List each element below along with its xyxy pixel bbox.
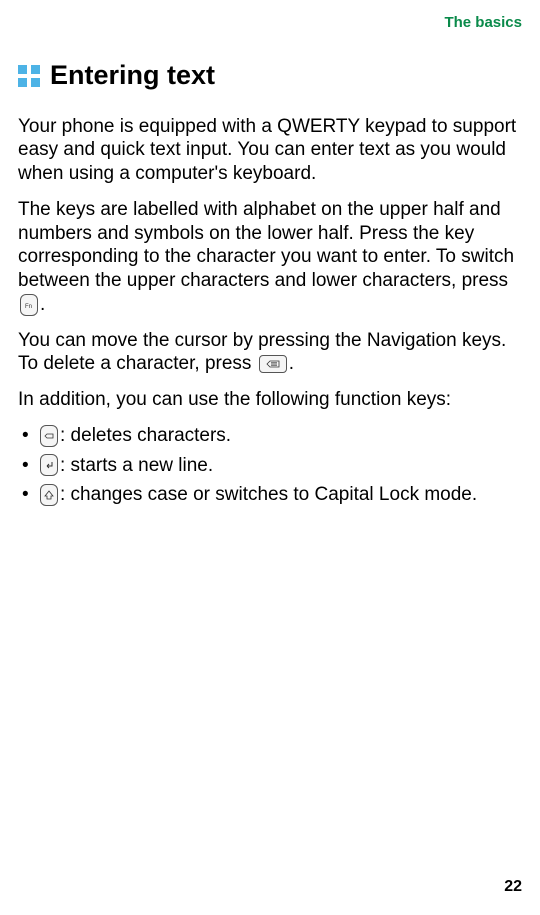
shift-key-icon [40,484,58,506]
delete-key-icon [259,355,287,373]
list-item-text: : starts a new line. [60,455,213,476]
paragraph-2-after: . [40,294,45,315]
list-item: : changes case or switches to Capital Lo… [18,483,522,507]
list-item-text: : changes case or switches to Capital Lo… [60,484,477,505]
paragraph-4: In addition, you can use the following f… [18,388,522,412]
paragraph-3: You can move the cursor by pressing the … [18,329,522,377]
paragraph-1: Your phone is equipped with a QWERTY key… [18,115,522,186]
list-item: : deletes characters. [18,424,522,448]
section-label: The basics [18,14,522,33]
function-keys-list: : deletes characters. : starts a new lin… [18,424,522,507]
fn-key-icon: Fn [20,294,38,316]
paragraph-2: The keys are labelled with alphabet on t… [18,198,522,317]
heading-squares-icon [18,65,40,87]
list-item-text: : deletes characters. [60,425,231,446]
section-heading: Entering text [18,59,522,93]
list-item: : starts a new line. [18,454,522,478]
heading-text: Entering text [50,59,215,93]
page-number: 22 [504,877,522,897]
paragraph-3-after: . [289,353,294,374]
backspace-key-icon [40,425,58,447]
svg-text:Fn: Fn [25,304,32,310]
paragraph-2-text: The keys are labelled with alphabet on t… [18,199,514,291]
enter-key-icon [40,454,58,476]
